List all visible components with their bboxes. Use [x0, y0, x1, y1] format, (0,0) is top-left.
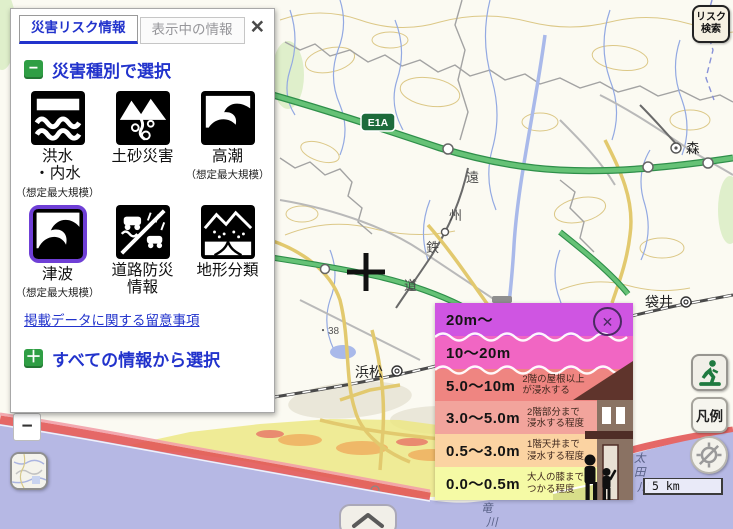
disaster-type-flood[interactable]: 洪水・内水 （想定最大規模）: [15, 91, 100, 200]
terrain-icon: [201, 205, 255, 259]
risk-search-button[interactable]: リスク 検索: [692, 5, 730, 43]
disaster-type-grid: 洪水・内水 （想定最大規模） 土砂災害: [11, 91, 274, 300]
svg-text:川: 川: [486, 516, 499, 529]
svg-text:鉄: 鉄: [426, 240, 439, 255]
legend-row: 0.5～3.0m 1階天井まで浸水する程度: [435, 434, 633, 467]
section-select-by-type[interactable]: − 災害種別で選択: [24, 57, 274, 82]
svg-text:E1A: E1A: [368, 117, 389, 129]
section-select-from-all[interactable]: ＋ すべての情報から選択: [24, 346, 274, 371]
lake: [330, 345, 356, 359]
disaster-type-road[interactable]: 道路防災情報: [100, 205, 185, 300]
tab-disaster-risk-info[interactable]: 災害リスク情報: [19, 15, 138, 44]
tsunami-depth-legend: 20m～ 10～20m 5.0～10m 2階の屋根以上が浸水する 3.0～5.0…: [435, 303, 633, 500]
selected-indicator: [29, 205, 87, 263]
legend-close-icon[interactable]: ✕: [593, 307, 622, 336]
section-title: 災害種別で選択: [52, 57, 171, 82]
expand-icon[interactable]: ＋: [24, 349, 43, 368]
legend-row: 3.0～5.0m 2階部分まで浸水する程度: [435, 401, 633, 434]
evacuation-button[interactable]: [691, 354, 728, 391]
collapse-icon[interactable]: −: [24, 60, 43, 79]
collapse-panel-button[interactable]: [339, 504, 397, 529]
svg-text:太: 太: [634, 452, 647, 465]
label-hamamatsu: 浜松: [355, 364, 383, 380]
tunnel-marker: [492, 296, 512, 303]
legend-row: 5.0～10m 2階の屋根以上が浸水する: [435, 369, 633, 402]
svg-text:州: 州: [449, 208, 462, 223]
legend-row: 0.0～0.5m 大人の膝までつかる程度: [435, 467, 633, 500]
zoom-out-button[interactable]: −: [13, 413, 41, 441]
expressway-badge: E1A: [361, 113, 395, 131]
landslide-icon: [116, 91, 170, 145]
label-spot-height: ・38: [318, 326, 340, 337]
road-hazard-icon: [116, 205, 170, 259]
svg-text:道: 道: [404, 278, 417, 293]
label-fukuroi: 袋井: [645, 294, 673, 310]
storm-surge-icon: [201, 91, 255, 145]
gps-locate-button[interactable]: [690, 436, 728, 474]
map-scale-bar: 5 km: [643, 478, 723, 495]
running-person-icon: [695, 358, 725, 388]
legend-row: 10～20m: [435, 336, 633, 369]
disaster-info-panel: 災害リスク情報 表示中の情報 × − 災害種別で選択 洪水・内水 （想定最大規模…: [10, 8, 275, 413]
panel-tabbar: 災害リスク情報 表示中の情報 ×: [11, 9, 274, 44]
disaster-type-tsunami[interactable]: 津波 （想定最大規模）: [15, 205, 100, 300]
minimap-thumbnail: [12, 454, 46, 488]
section-title: すべての情報から選択: [52, 346, 220, 371]
close-icon[interactable]: ×: [251, 15, 264, 38]
chevron-up-icon: [346, 510, 390, 529]
svg-text:遠: 遠: [466, 170, 479, 185]
tab-displayed-info[interactable]: 表示中の情報: [140, 17, 245, 44]
disaster-type-terrain[interactable]: 地形分類: [185, 205, 270, 300]
svg-text:竜: 竜: [481, 502, 494, 515]
legend-toggle-button[interactable]: 凡例: [691, 397, 728, 433]
location-disabled-icon: [694, 440, 724, 470]
label-mori: 森: [686, 141, 700, 156]
disaster-type-landslide[interactable]: 土砂災害: [100, 91, 185, 200]
tsunami-icon: [33, 209, 83, 259]
disaster-type-storm-surge[interactable]: 高潮 （想定最大規模）: [185, 91, 270, 200]
flood-icon: [31, 91, 85, 145]
minimap-button[interactable]: [10, 452, 48, 490]
hazard-map-app: E1A 森 袋井 浜松 ・38 遠 州 鉄 道 太 田 川 竜 川: [0, 0, 733, 529]
data-notice-link[interactable]: 掲載データに関する留意事項: [24, 309, 274, 329]
